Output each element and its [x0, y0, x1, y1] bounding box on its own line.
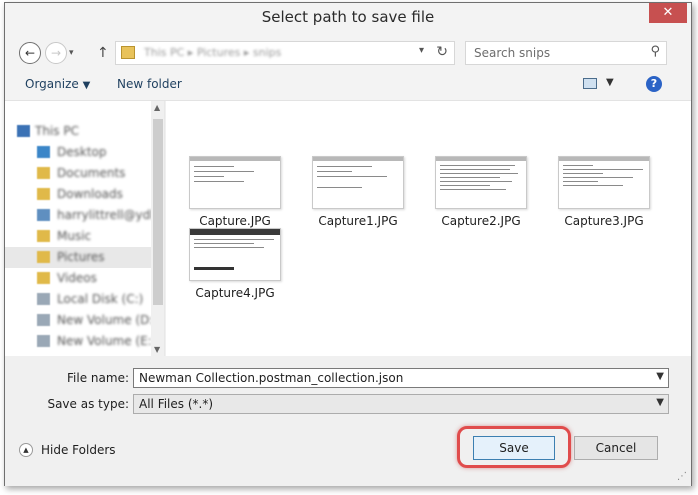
file-item[interactable]: Capture1.JPG [295, 156, 405, 228]
file-name: Capture3.JPG [564, 214, 644, 228]
nav-item-label: harrylittrell@ydl [57, 208, 154, 222]
view-options-chevron-icon[interactable]: ▼ [606, 77, 614, 88]
nav-item-label: Desktop [57, 145, 107, 159]
save-options: File name: Newman Collection.postman_col… [5, 356, 691, 486]
chevron-down-icon[interactable]: ▼ [656, 371, 664, 382]
address-bar[interactable]: This PC ▸ Pictures ▸ snips ▾ ↻ [115, 41, 455, 65]
cancel-button[interactable]: Cancel [574, 436, 658, 460]
save-as-type-label: Save as type: [47, 397, 129, 411]
file-list-pane: Capture.JPG Capture1.JPG Capture2.JPG Ca… [166, 101, 691, 356]
search-input[interactable]: Search snips ⚲ [465, 41, 667, 65]
nav-item-desktop[interactable]: Desktop [5, 142, 151, 163]
nav-item-new-volume-d[interactable]: New Volume (D:) [5, 310, 158, 331]
organize-menu-button[interactable]: Organize ▼ [25, 77, 90, 91]
up-arrow-icon[interactable]: ↑ [97, 42, 109, 64]
computer-icon [17, 125, 30, 137]
file-item[interactable]: Capture3.JPG [541, 156, 651, 228]
title-bar: Select path to save file ✕ [5, 3, 691, 33]
breadcrumb-item[interactable]: Pictures [197, 46, 241, 59]
file-name: Capture2.JPG [441, 214, 521, 228]
chevron-up-icon: ▲ [19, 443, 33, 457]
folder-icon [37, 188, 50, 200]
recent-locations-chevron-icon[interactable]: ▾ [69, 42, 74, 64]
address-row: ← → ▾ ↑ This PC ▸ Pictures ▸ snips ▾ ↻ S… [5, 33, 691, 69]
search-icon[interactable]: ⚲ [650, 44, 660, 59]
nav-item-downloads[interactable]: Downloads [5, 184, 151, 205]
nav-item-label: New Volume (D:) [57, 313, 159, 327]
file-name-field[interactable]: Newman Collection.postman_collection.jso… [133, 368, 669, 388]
nav-item-documents[interactable]: Documents [5, 163, 151, 184]
help-icon[interactable]: ? [646, 76, 662, 92]
image-thumbnail [558, 156, 650, 209]
folder-icon [37, 146, 50, 158]
file-name: Capture4.JPG [195, 286, 275, 300]
image-thumbnail [312, 156, 404, 209]
hide-folders-label: Hide Folders [41, 443, 116, 457]
nav-item-label: Local Disk (C:) [57, 292, 144, 306]
folder-icon [37, 230, 50, 242]
nav-item-label: New Volume (E:) [57, 334, 157, 348]
folder-icon [37, 167, 50, 179]
dialog-title: Select path to save file [261, 8, 435, 26]
breadcrumb-item[interactable]: This PC [144, 46, 184, 59]
nav-item-label: Pictures [57, 250, 105, 264]
nav-item-label: Music [57, 229, 92, 243]
nav-item-music[interactable]: Music [5, 226, 151, 247]
chevron-down-icon[interactable]: ▾ [419, 45, 424, 56]
scroll-up-icon[interactable]: ▲ [154, 103, 160, 112]
save-as-type-select[interactable]: All Files (*.*) ▼ [133, 394, 669, 414]
nav-item-label: Documents [57, 166, 126, 180]
image-thumbnail [189, 156, 281, 209]
nav-item-new-volume-e[interactable]: New Volume (E:) [5, 331, 156, 352]
drive-icon [37, 314, 50, 326]
nav-item-label: Downloads [57, 187, 123, 201]
search-placeholder: Search snips [474, 46, 551, 60]
nav-scrollbar[interactable]: ▲ ▼ [151, 101, 164, 356]
nav-item-local-disk-c[interactable]: Local Disk (C:) [5, 289, 151, 310]
nav-item-pictures[interactable]: Pictures [5, 247, 151, 268]
chevron-down-icon: ▼ [656, 397, 664, 408]
folder-icon [121, 46, 135, 59]
file-name: Capture1.JPG [318, 214, 398, 228]
new-folder-button[interactable]: New folder [117, 77, 182, 91]
breadcrumb: This PC ▸ Pictures ▸ snips [144, 46, 282, 59]
nav-item-this-pc[interactable]: This PC [5, 121, 151, 142]
file-name-label: File name: [67, 371, 129, 385]
nav-list: This PC Desktop Documents Downloads harr… [5, 121, 158, 352]
chevron-down-icon: ▼ [82, 80, 91, 91]
command-bar: Organize ▼ New folder ▼ ? [5, 69, 691, 101]
user-folder-icon [37, 209, 50, 221]
file-name: Capture.JPG [199, 214, 271, 228]
breadcrumb-item[interactable]: snips [253, 46, 281, 59]
navigation-pane: This PC Desktop Documents Downloads harr… [5, 101, 165, 356]
scrollbar-thumb[interactable] [153, 119, 163, 305]
nav-item-videos[interactable]: Videos [5, 268, 151, 289]
file-item[interactable]: Capture.JPG [172, 156, 282, 228]
image-thumbnail [435, 156, 527, 209]
save-as-type-value: All Files (*.*) [139, 397, 214, 411]
organize-label: Organize [25, 77, 79, 91]
change-view-icon[interactable] [583, 78, 597, 89]
nav-item-label: Videos [57, 271, 97, 285]
resize-grip-icon[interactable]: ⋰ [677, 471, 687, 482]
file-name-value: Newman Collection.postman_collection.jso… [139, 371, 404, 385]
file-item[interactable]: Capture4.JPG [172, 228, 282, 300]
forward-button[interactable]: → [45, 42, 67, 64]
file-item[interactable]: Capture2.JPG [418, 156, 528, 228]
scroll-down-icon[interactable]: ▼ [154, 345, 160, 354]
nav-item-user-folder[interactable]: harrylittrell@ydl [5, 205, 154, 226]
folder-icon [37, 251, 50, 263]
nav-item-label: This PC [35, 124, 79, 138]
folder-icon [37, 272, 50, 284]
image-thumbnail [189, 228, 281, 281]
drive-icon [37, 335, 50, 347]
save-file-dialog: Select path to save file ✕ ← → ▾ ↑ This … [4, 2, 692, 486]
close-button[interactable]: ✕ [649, 3, 687, 23]
drive-icon [37, 293, 50, 305]
save-button[interactable]: Save [473, 436, 555, 460]
back-button[interactable]: ← [19, 42, 41, 64]
refresh-icon[interactable]: ↻ [436, 44, 448, 60]
